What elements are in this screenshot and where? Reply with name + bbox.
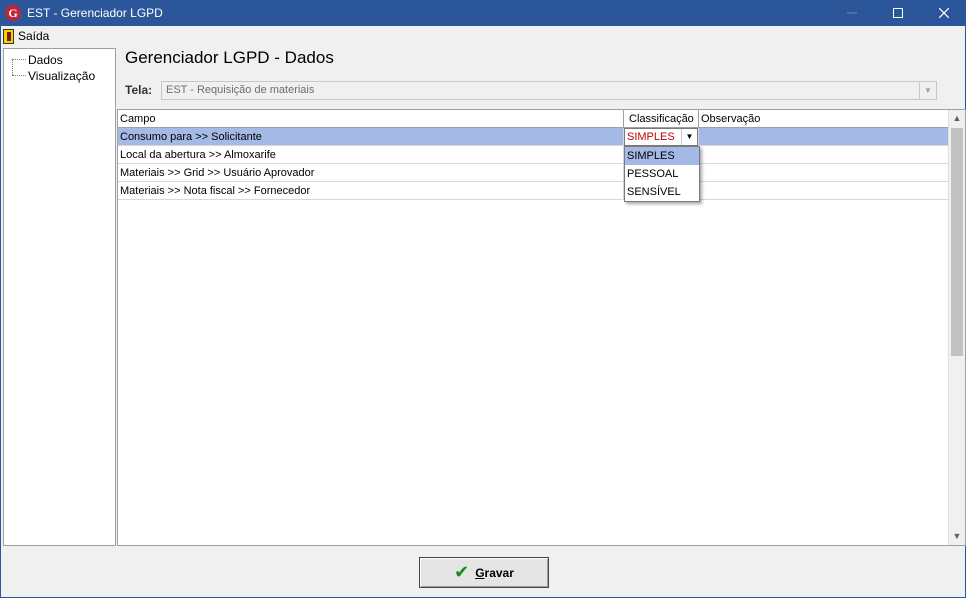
cell-observacao[interactable] (699, 128, 948, 146)
tree-branch (12, 75, 26, 76)
cell-observacao[interactable] (699, 146, 948, 164)
dropdown-option-sensivel[interactable]: SENSÍVEL (625, 183, 699, 201)
column-header-observacao[interactable]: Observação (699, 110, 948, 128)
tela-label: Tela: (125, 83, 153, 97)
table-row[interactable]: Materiais >> Nota fiscal >> Fornecedor (118, 182, 948, 200)
scroll-up-icon[interactable]: ▲ (949, 110, 965, 127)
close-icon (938, 7, 950, 19)
tree-branch (12, 59, 26, 60)
dropdown-option-simples[interactable]: SIMPLES (625, 147, 699, 165)
column-header-campo[interactable]: Campo (118, 110, 624, 128)
checkmark-icon: ✔ (454, 562, 470, 582)
save-button-label: Gravar (475, 565, 514, 580)
maximize-button[interactable] (875, 1, 921, 26)
footer-bar: ✔ Gravar (1, 547, 965, 597)
menu-bar: Saída (1, 26, 965, 46)
chevron-down-icon[interactable]: ▼ (919, 82, 936, 99)
classificacao-dropdown-list: SIMPLES PESSOAL SENSÍVEL (624, 146, 700, 202)
sidebar-tree: Dados Visualização (3, 48, 116, 546)
save-button[interactable]: ✔ Gravar (419, 557, 549, 588)
app-window: G EST - Gerenciador LGPD Saída Dados Vis… (0, 0, 966, 598)
menu-exit[interactable]: Saída (3, 27, 49, 45)
window-title: EST - Gerenciador LGPD (27, 6, 163, 20)
cell-campo[interactable]: Materiais >> Grid >> Usuário Aprovador (118, 164, 624, 182)
page-title: Gerenciador LGPD - Dados (125, 48, 334, 67)
classificacao-combo-editor[interactable]: SIMPLES ▼ (624, 128, 698, 146)
tela-select[interactable]: EST - Requisição de materiais ▼ (161, 81, 937, 100)
close-button[interactable] (921, 1, 966, 26)
menu-exit-label: Saída (18, 29, 50, 43)
sidebar-item-dados[interactable]: Dados (12, 52, 63, 67)
combo-editor-value: SIMPLES (627, 131, 675, 143)
table-row[interactable]: Consumo para >> Solicitante (118, 128, 948, 146)
title-bar[interactable]: G EST - Gerenciador LGPD (1, 1, 965, 26)
dropdown-arrow-icon[interactable]: ▼ (681, 129, 697, 145)
column-header-classificacao[interactable]: Classificação (624, 110, 699, 128)
cell-campo[interactable]: Local da abertura >> Almoxarife (118, 146, 624, 164)
data-grid: Campo Classificação Observação Consumo p… (117, 109, 966, 546)
cell-campo[interactable]: Materiais >> Nota fiscal >> Fornecedor (118, 182, 624, 200)
sidebar-item-label: Visualização (28, 68, 96, 83)
vertical-scrollbar[interactable]: ▲ ▼ (948, 110, 965, 545)
maximize-icon (893, 8, 903, 18)
sidebar-item-label: Dados (28, 52, 63, 67)
scroll-thumb[interactable] (951, 128, 963, 356)
minimize-icon (847, 12, 857, 14)
scroll-down-icon[interactable]: ▼ (949, 528, 965, 545)
minimize-button[interactable] (829, 1, 875, 26)
cell-campo[interactable]: Consumo para >> Solicitante (118, 128, 624, 146)
tela-select-value: EST - Requisição de materiais (166, 84, 315, 96)
exit-door-icon (3, 28, 14, 44)
grid-header: Campo Classificação Observação (118, 110, 948, 128)
dropdown-option-pessoal[interactable]: PESSOAL (625, 165, 699, 183)
cell-observacao[interactable] (699, 164, 948, 182)
app-logo-icon: G (5, 5, 21, 21)
sidebar-item-visualizacao[interactable]: Visualização (12, 68, 95, 83)
cell-observacao[interactable] (699, 182, 948, 200)
table-row[interactable]: Local da abertura >> Almoxarife (118, 146, 948, 164)
table-row[interactable]: Materiais >> Grid >> Usuário Aprovador (118, 164, 948, 182)
